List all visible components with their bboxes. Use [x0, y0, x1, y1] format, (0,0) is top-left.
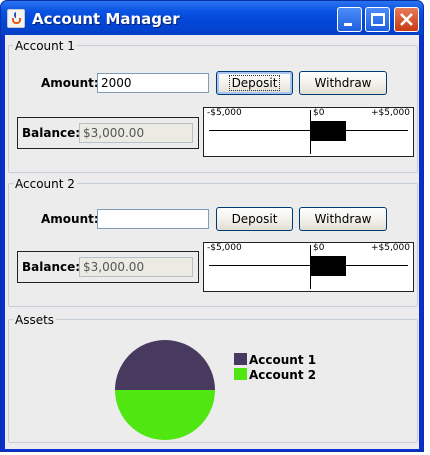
- maximize-button[interactable]: [365, 7, 390, 32]
- account-2-panel-title: Account 2: [13, 177, 77, 191]
- assets-pie-chart: [115, 340, 215, 440]
- account-1-deposit-label: Deposit: [228, 75, 281, 91]
- gauge-balance-bar: [309, 121, 346, 141]
- gauge-max-label: +$5,000: [370, 243, 410, 253]
- account-2-withdraw-button[interactable]: Withdraw: [299, 207, 387, 231]
- pie-slice-1: [115, 340, 215, 390]
- title-bar[interactable]: Account Manager: [1, 1, 423, 35]
- java-cup-icon[interactable]: [7, 9, 25, 28]
- account-2-balance-gauge: -$5,000 $0 +$5,000: [203, 242, 414, 292]
- account-2-balance-label: Balance:: [22, 260, 81, 274]
- legend-label-account-2: Account 2: [249, 368, 317, 382]
- pie-slice-2: [115, 390, 215, 440]
- gauge-balance-bar: [309, 256, 346, 276]
- gauge-min-label: -$5,000: [207, 243, 242, 253]
- account-2-balance-box: Balance:: [17, 251, 199, 283]
- account-1-balance-field: [79, 123, 193, 143]
- assets-panel: Assets Account 1 Account 2: [8, 313, 418, 443]
- gauge-max-label: +$5,000: [370, 108, 410, 118]
- account-2-amount-input[interactable]: [97, 209, 209, 229]
- maximize-icon: [371, 13, 385, 26]
- legend-label-account-1: Account 1: [249, 353, 317, 367]
- account-1-panel: Account 1 Amount: Deposit Withdraw Balan…: [8, 39, 418, 173]
- account-2-deposit-button[interactable]: Deposit: [216, 207, 293, 231]
- minimize-button[interactable]: [337, 7, 362, 32]
- gauge-axis: [209, 130, 408, 131]
- assets-panel-title: Assets: [13, 313, 57, 327]
- account-1-balance-label: Balance:: [22, 126, 81, 140]
- minimize-icon: [344, 23, 352, 26]
- legend-swatch-account-2: [234, 368, 247, 380]
- account-manager-window: Account Manager Account 1 Amount: Deposi…: [0, 0, 424, 452]
- close-icon: [400, 13, 413, 26]
- account-1-deposit-button[interactable]: Deposit: [216, 71, 293, 95]
- window-content: Account 1 Amount: Deposit Withdraw Balan…: [5, 35, 419, 449]
- account-2-amount-label: Amount:: [41, 212, 99, 226]
- account-1-panel-title: Account 1: [13, 39, 77, 53]
- account-1-amount-input[interactable]: [97, 73, 209, 93]
- account-2-panel: Account 2 Amount: Deposit Withdraw Balan…: [8, 177, 418, 307]
- account-1-withdraw-button[interactable]: Withdraw: [299, 71, 387, 95]
- window-title: Account Manager: [32, 10, 180, 28]
- gauge-axis: [209, 265, 408, 266]
- close-button[interactable]: [394, 7, 419, 32]
- gauge-zero-label: $0: [313, 243, 325, 253]
- gauge-zero-label: $0: [313, 108, 325, 118]
- account-1-amount-label: Amount:: [41, 76, 99, 90]
- account-1-balance-gauge: -$5,000 $0 +$5,000: [203, 107, 414, 157]
- account-2-balance-field: [79, 257, 193, 277]
- account-1-balance-box: Balance:: [17, 117, 199, 149]
- gauge-min-label: -$5,000: [207, 108, 242, 118]
- legend-swatch-account-1: [234, 353, 247, 365]
